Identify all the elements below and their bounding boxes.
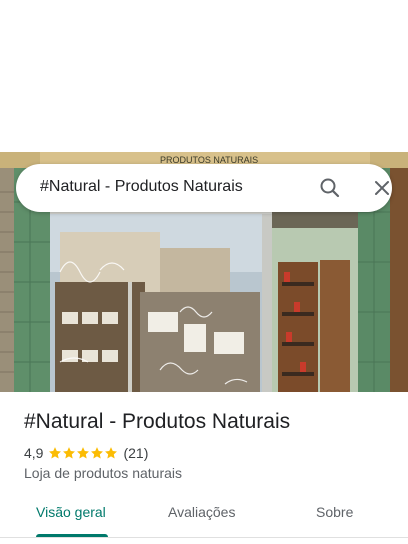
tab-reviews[interactable]: Avaliações bbox=[168, 504, 235, 520]
star-icon bbox=[77, 447, 90, 459]
review-count[interactable]: (21) bbox=[123, 445, 148, 461]
star-icon bbox=[91, 447, 104, 459]
close-icon[interactable] bbox=[368, 174, 396, 202]
rating-row[interactable]: 4,9 (21) bbox=[24, 444, 148, 462]
star-icon bbox=[49, 447, 62, 459]
search-bar[interactable]: #Natural - Produtos Naturais bbox=[16, 164, 392, 212]
search-query[interactable]: #Natural - Produtos Naturais bbox=[40, 178, 243, 196]
rating-value: 4,9 bbox=[24, 445, 44, 461]
star-icon bbox=[105, 447, 118, 459]
search-icon[interactable] bbox=[316, 174, 344, 202]
place-tabs: Visão geral Avaliações Sobre bbox=[0, 494, 408, 538]
place-title: #Natural - Produtos Naturais bbox=[24, 410, 291, 433]
tab-about[interactable]: Sobre bbox=[316, 504, 353, 520]
tab-overview[interactable]: Visão geral bbox=[36, 504, 106, 520]
star-icon bbox=[63, 447, 76, 459]
top-blank-area bbox=[0, 0, 408, 152]
place-category: Loja de produtos naturais bbox=[24, 465, 182, 481]
tabs-divider bbox=[0, 537, 408, 538]
rating-stars bbox=[48, 446, 118, 460]
